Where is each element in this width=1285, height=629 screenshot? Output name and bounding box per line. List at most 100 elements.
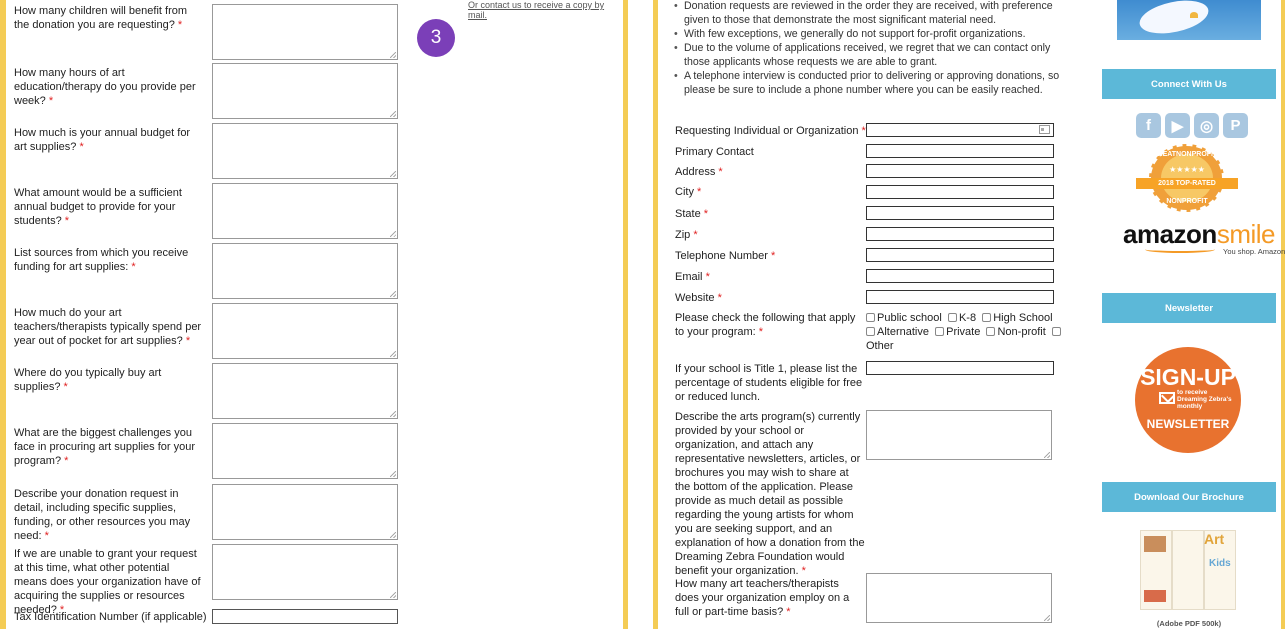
facebook-icon[interactable]: f: [1136, 113, 1161, 138]
badge-top-text: GREATNONPROFITS: [1152, 151, 1222, 158]
telephone-input[interactable]: [866, 248, 1054, 262]
teachers-count-textarea[interactable]: [866, 573, 1052, 623]
greatnonprofits-badge[interactable]: GREATNONPROFITS ★★★★★ 2018 TOP-RATED NON…: [1132, 144, 1242, 212]
amazonsmile-logo[interactable]: amazonsmile You shop. Amazon gives.: [1123, 219, 1285, 256]
zip-label: Zip *: [675, 229, 698, 241]
question-label: How much is your annual budget for art s…: [14, 127, 191, 153]
primary-contact-label: Primary Contact: [675, 146, 754, 158]
tax-id-label: Tax Identification Number (if applicable…: [14, 611, 207, 623]
question-label: What are the biggest challenges you face…: [14, 427, 195, 467]
checkbox-label: K-8: [958, 312, 977, 324]
signup-title: SIGN-UP: [1140, 364, 1236, 390]
checkbox-label: High School: [993, 312, 1053, 324]
checkbox-label: Alternative: [877, 326, 929, 338]
children-benefit-textarea[interactable]: [212, 4, 398, 60]
brochure-panel: [1172, 530, 1204, 610]
zebra-painting-image: [1117, 0, 1261, 40]
newsletter-signup-badge[interactable]: SIGN-UP to receive Dreaming Zebra's mont…: [1135, 347, 1241, 453]
newsletter-heading: Newsletter: [1102, 293, 1276, 323]
question-label: List sources from which you receive fund…: [14, 247, 189, 273]
guideline-item: Due to the volume of applications receiv…: [672, 41, 1072, 69]
checkbox-label: Other: [866, 340, 894, 352]
guideline-item: Donation requests are reviewed in the or…: [672, 0, 1072, 27]
primary-contact-input[interactable]: [866, 144, 1054, 158]
alternative-means-textarea[interactable]: [212, 544, 398, 600]
state-input[interactable]: [866, 206, 1054, 220]
guideline-item: A telephone interview is conducted prior…: [672, 69, 1072, 97]
sidebar: Connect With Us f ▶ ◎ P GREATNONPROFITS …: [1097, 0, 1285, 629]
guideline-item: With few exceptions, we generally do not…: [672, 27, 1072, 41]
title1-input[interactable]: [866, 361, 1054, 375]
website-label: Website *: [675, 292, 722, 304]
describe-program-label: Describe the arts program(s) currently p…: [675, 411, 865, 577]
star-icons: ★★★★★: [1169, 165, 1205, 174]
tax-id-input[interactable]: [212, 609, 398, 624]
challenges-textarea[interactable]: [212, 423, 398, 479]
smile-arrow-icon: [1145, 246, 1215, 253]
checkbox-label: Non-profit: [997, 326, 1046, 338]
sufficient-budget-textarea[interactable]: [212, 183, 398, 239]
k8-checkbox[interactable]: [947, 313, 957, 322]
brochure-caption[interactable]: (Adobe PDF 500k): [1102, 619, 1276, 628]
pinterest-icon[interactable]: P: [1223, 113, 1248, 138]
step-number-badge: 3: [417, 19, 455, 57]
hours-per-week-textarea[interactable]: [212, 63, 398, 119]
funding-sources-textarea[interactable]: [212, 243, 398, 299]
address-label: Address *: [675, 166, 723, 178]
brochure-heading: Download Our Brochure: [1102, 482, 1276, 512]
non-profit-checkbox[interactable]: [986, 327, 996, 336]
question-label: If we are unable to grant your request a…: [14, 548, 201, 616]
private-checkbox[interactable]: [935, 327, 945, 336]
program-type-checkboxes: Public school K-8 High School Alternativ…: [866, 311, 1064, 353]
describe-program-textarea[interactable]: [866, 410, 1052, 460]
question-label: How much do your art teachers/therapists…: [14, 307, 202, 347]
alternative-checkbox[interactable]: [866, 327, 875, 336]
question-label: How many hours of art education/therapy …: [14, 67, 196, 107]
program-type-label: Please check the following that apply to…: [675, 312, 856, 338]
question-label: What amount would be a sufficient annual…: [14, 187, 182, 227]
where-buy-textarea[interactable]: [212, 363, 398, 419]
public-school-checkbox[interactable]: [866, 313, 875, 322]
amazon-wordmark: amazonsmile: [1123, 219, 1275, 249]
youtube-icon[interactable]: ▶: [1165, 113, 1190, 138]
organization-input[interactable]: [866, 123, 1054, 137]
contact-by-mail-link[interactable]: Or contact us to receive a copy by mail.: [468, 0, 623, 20]
brochure-photo: [1144, 536, 1166, 552]
question-label: Where do you typically buy art supplies?…: [14, 367, 162, 393]
question-label: How many children will benefit from the …: [14, 5, 188, 31]
checkbox-label: Public school: [877, 312, 942, 324]
email-label: Email *: [675, 271, 710, 283]
organization-label: Requesting Individual or Organization *: [675, 125, 866, 137]
contact-card-icon[interactable]: [1039, 125, 1050, 134]
badge-banner: 2018 TOP-RATED: [1136, 178, 1238, 189]
state-label: State *: [675, 208, 709, 220]
high-school-checkbox[interactable]: [982, 313, 992, 322]
out-of-pocket-textarea[interactable]: [212, 303, 398, 359]
telephone-label: Telephone Number *: [675, 250, 776, 262]
signup-subtext: to receive Dreaming Zebra's monthly: [1177, 389, 1232, 410]
badge-bottom-text: NONPROFIT: [1166, 198, 1208, 205]
question-label: Describe your donation request in detail…: [14, 488, 191, 542]
teachers-count-label: How many art teachers/therapists does yo…: [675, 578, 850, 618]
instagram-icon[interactable]: ◎: [1194, 113, 1219, 138]
brochure-photo: [1144, 590, 1166, 602]
donation-request-textarea[interactable]: [212, 484, 398, 540]
address-input[interactable]: [866, 164, 1054, 178]
annual-budget-textarea[interactable]: [212, 123, 398, 179]
brochure-kids-text: Kids: [1209, 558, 1231, 569]
city-input[interactable]: [866, 185, 1054, 199]
envelope-icon: [1159, 392, 1175, 404]
amazon-tagline: You shop. Amazon gives.: [1223, 247, 1285, 256]
brochure-art-text: Art: [1204, 531, 1225, 547]
signup-newsletter-text: NEWSLETTER: [1146, 417, 1230, 431]
checkbox-label: Private: [946, 326, 981, 338]
other-checkbox[interactable]: [1051, 327, 1061, 336]
city-label: City *: [675, 186, 702, 198]
zip-input[interactable]: [866, 227, 1054, 241]
brochure-thumbnail[interactable]: Art Kids: [1140, 526, 1240, 616]
title1-label: If your school is Title 1, please list t…: [675, 363, 863, 403]
email-input[interactable]: [866, 269, 1054, 283]
website-input[interactable]: [866, 290, 1054, 304]
guidelines-list: Donation requests are reviewed in the or…: [672, 0, 1072, 97]
connect-heading: Connect With Us: [1102, 69, 1276, 99]
